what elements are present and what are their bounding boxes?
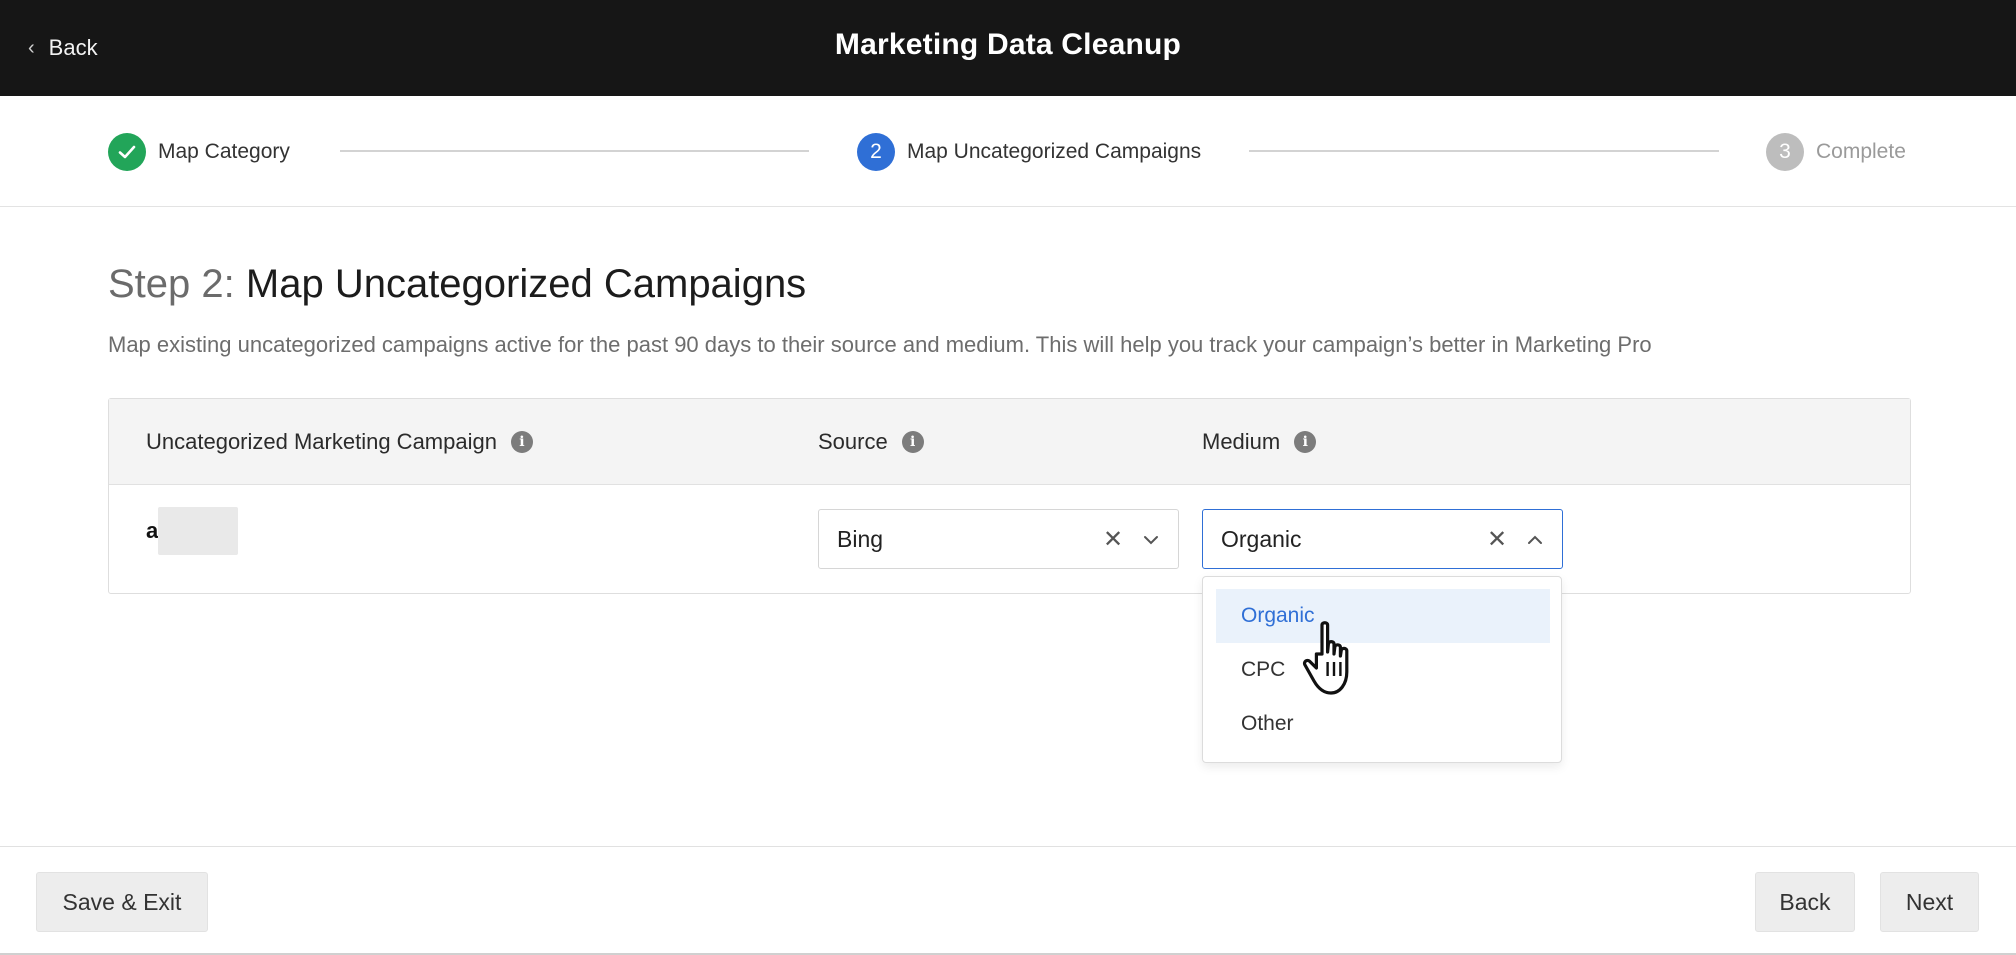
save-exit-button[interactable]: Save & Exit xyxy=(36,872,208,932)
step-label: Map Uncategorized Campaigns xyxy=(907,140,1202,163)
medium-dropdown-menu: Organic CPC Other xyxy=(1202,576,1562,763)
campaign-table: Uncategorized Marketing Campaign i Sourc… xyxy=(108,398,1911,594)
page: ‹ Back Marketing Data Cleanup Map Catego… xyxy=(0,0,2016,955)
next-button[interactable]: Next xyxy=(1880,872,1979,932)
step-number: 2 xyxy=(857,133,895,171)
heading-title: Map Uncategorized Campaigns xyxy=(245,262,807,306)
medium-value: Organic xyxy=(1221,525,1302,552)
info-icon[interactable]: i xyxy=(1294,431,1317,453)
step-map-uncategorized[interactable]: 2 Map Uncategorized Campaigns xyxy=(857,133,1201,171)
chevron-up-icon[interactable] xyxy=(1524,529,1546,550)
step-label: Map Category xyxy=(158,140,290,163)
step-complete: 3 Complete xyxy=(1766,133,1906,171)
dropdown-option-other[interactable]: Other xyxy=(1216,697,1550,751)
column-label: Uncategorized Marketing Campaign xyxy=(146,429,497,454)
chevron-down-icon[interactable] xyxy=(1140,529,1162,550)
redacted-text xyxy=(158,507,238,555)
page-title: Marketing Data Cleanup xyxy=(834,28,1182,61)
footer: Save & Exit Back Next xyxy=(0,846,2016,955)
top-bar: ‹ Back Marketing Data Cleanup xyxy=(0,0,2016,96)
step-map-category[interactable]: Map Category xyxy=(108,133,290,171)
step-connector xyxy=(340,150,809,152)
column-label: Medium xyxy=(1202,429,1281,454)
column-header-source: Source i xyxy=(818,429,924,455)
step-connector xyxy=(1249,150,1719,152)
section-heading: Step 2: Map Uncategorized Campaigns xyxy=(108,262,806,307)
column-header-medium: Medium i xyxy=(1202,429,1317,455)
table-header: Uncategorized Marketing Campaign i Sourc… xyxy=(109,399,1910,485)
dropdown-option-organic[interactable]: Organic xyxy=(1216,589,1550,643)
heading-prefix: Step 2: xyxy=(108,262,235,306)
column-label: Source xyxy=(818,429,888,454)
column-header-campaign: Uncategorized Marketing Campaign i xyxy=(146,429,533,455)
check-icon xyxy=(108,133,146,171)
source-select[interactable]: Bing ✕ xyxy=(818,509,1179,569)
dropdown-option-cpc[interactable]: CPC xyxy=(1216,643,1550,697)
info-icon[interactable]: i xyxy=(510,431,533,453)
back-button[interactable]: Back xyxy=(1755,872,1855,932)
clear-icon[interactable]: ✕ xyxy=(1484,525,1510,554)
medium-select[interactable]: Organic ✕ xyxy=(1202,509,1563,569)
section-description: Map existing uncategorized campaigns act… xyxy=(108,332,1652,357)
step-label: Complete xyxy=(1816,140,1906,163)
info-icon[interactable]: i xyxy=(901,431,924,453)
source-value: Bing xyxy=(837,525,884,552)
hand-cursor-icon xyxy=(1302,621,1349,695)
step-number: 3 xyxy=(1766,133,1804,171)
clear-icon[interactable]: ✕ xyxy=(1100,525,1126,554)
